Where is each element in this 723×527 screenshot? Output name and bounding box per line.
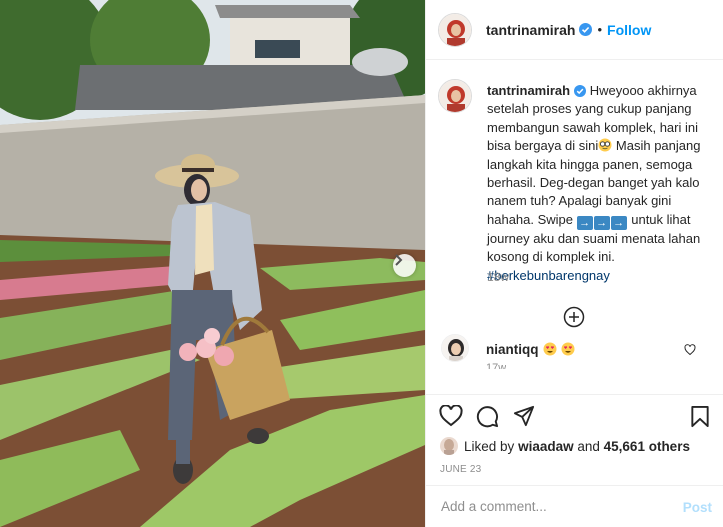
like-heart-icon[interactable] — [439, 405, 463, 427]
nerd-face-emoji-icon — [598, 138, 612, 152]
liker-avatar-image — [440, 437, 458, 455]
caption-author-avatar[interactable] — [438, 79, 472, 113]
comment-time: 17w — [486, 362, 507, 369]
comment-bubble-icon[interactable] — [476, 405, 499, 428]
garden-photo-illustration — [0, 0, 425, 527]
commenter-username[interactable]: niantiqq — [486, 342, 575, 357]
add-comment-input[interactable] — [441, 499, 671, 514]
post-comment-button[interactable]: Post — [683, 500, 712, 515]
separator-dot: • — [597, 22, 603, 37]
load-more-comments-icon[interactable] — [563, 306, 585, 328]
author-avatar[interactable] — [438, 12, 472, 47]
commenter-avatar-image — [442, 335, 468, 361]
chevron-right-icon — [395, 254, 403, 266]
like-comment-heart-icon[interactable] — [684, 344, 696, 356]
post-date[interactable]: JUNE 23 — [440, 464, 481, 475]
arrow-right-emoji-icon: → — [610, 215, 627, 230]
caption-username[interactable]: tantrinamirah — [487, 83, 570, 98]
arrow-right-emoji-icon: → — [576, 215, 593, 230]
post-header: tantrinamirah • Follow — [426, 0, 723, 60]
commenter-avatar[interactable] — [441, 334, 469, 362]
liker-avatar[interactable] — [440, 437, 458, 455]
caption-age: 18w — [487, 270, 510, 284]
instagram-post-view: tantrinamirah • Follow tantrinamirah Hwe… — [0, 0, 723, 527]
heart-eyes-emoji-icon — [561, 342, 574, 356]
follow-button[interactable]: Follow — [607, 22, 651, 38]
post-actions-section: Liked by wiaadaw and 45,661 others JUNE … — [426, 394, 723, 485]
liker-username[interactable]: wiaadaw — [518, 439, 574, 454]
save-bookmark-icon[interactable] — [690, 405, 710, 428]
post-side-panel: tantrinamirah • Follow tantrinamirah Hwe… — [425, 0, 723, 527]
share-paper-plane-icon[interactable] — [513, 405, 535, 427]
caption-section: tantrinamirah Hweyooo akhirnya setelah p… — [426, 60, 723, 334]
post-caption: tantrinamirah Hweyooo akhirnya setelah p… — [487, 82, 711, 285]
likes-middle: and — [577, 438, 600, 454]
add-comment-bar: Post — [426, 485, 723, 527]
likes-count[interactable]: 45,661 others — [604, 439, 690, 454]
author-avatar-image — [439, 13, 471, 46]
author-username[interactable]: tantrinamirah — [486, 22, 575, 38]
next-image-button[interactable] — [393, 254, 416, 277]
caption-avatar-image — [439, 80, 471, 112]
likes-summary: Liked by wiaadaw and 45,661 others — [440, 437, 690, 455]
heart-eyes-emoji-icon — [543, 342, 556, 356]
verified-badge-icon — [579, 23, 593, 36]
arrow-right-emoji-icon: → — [593, 215, 610, 230]
comment-item: niantiqq 17w — [426, 334, 723, 394]
likes-prefix: Liked by — [464, 438, 515, 454]
verified-badge-icon — [574, 85, 587, 97]
commenter-username-text[interactable]: niantiqq — [486, 342, 539, 357]
action-icon-bar — [426, 395, 723, 437]
post-photo[interactable] — [0, 0, 425, 527]
